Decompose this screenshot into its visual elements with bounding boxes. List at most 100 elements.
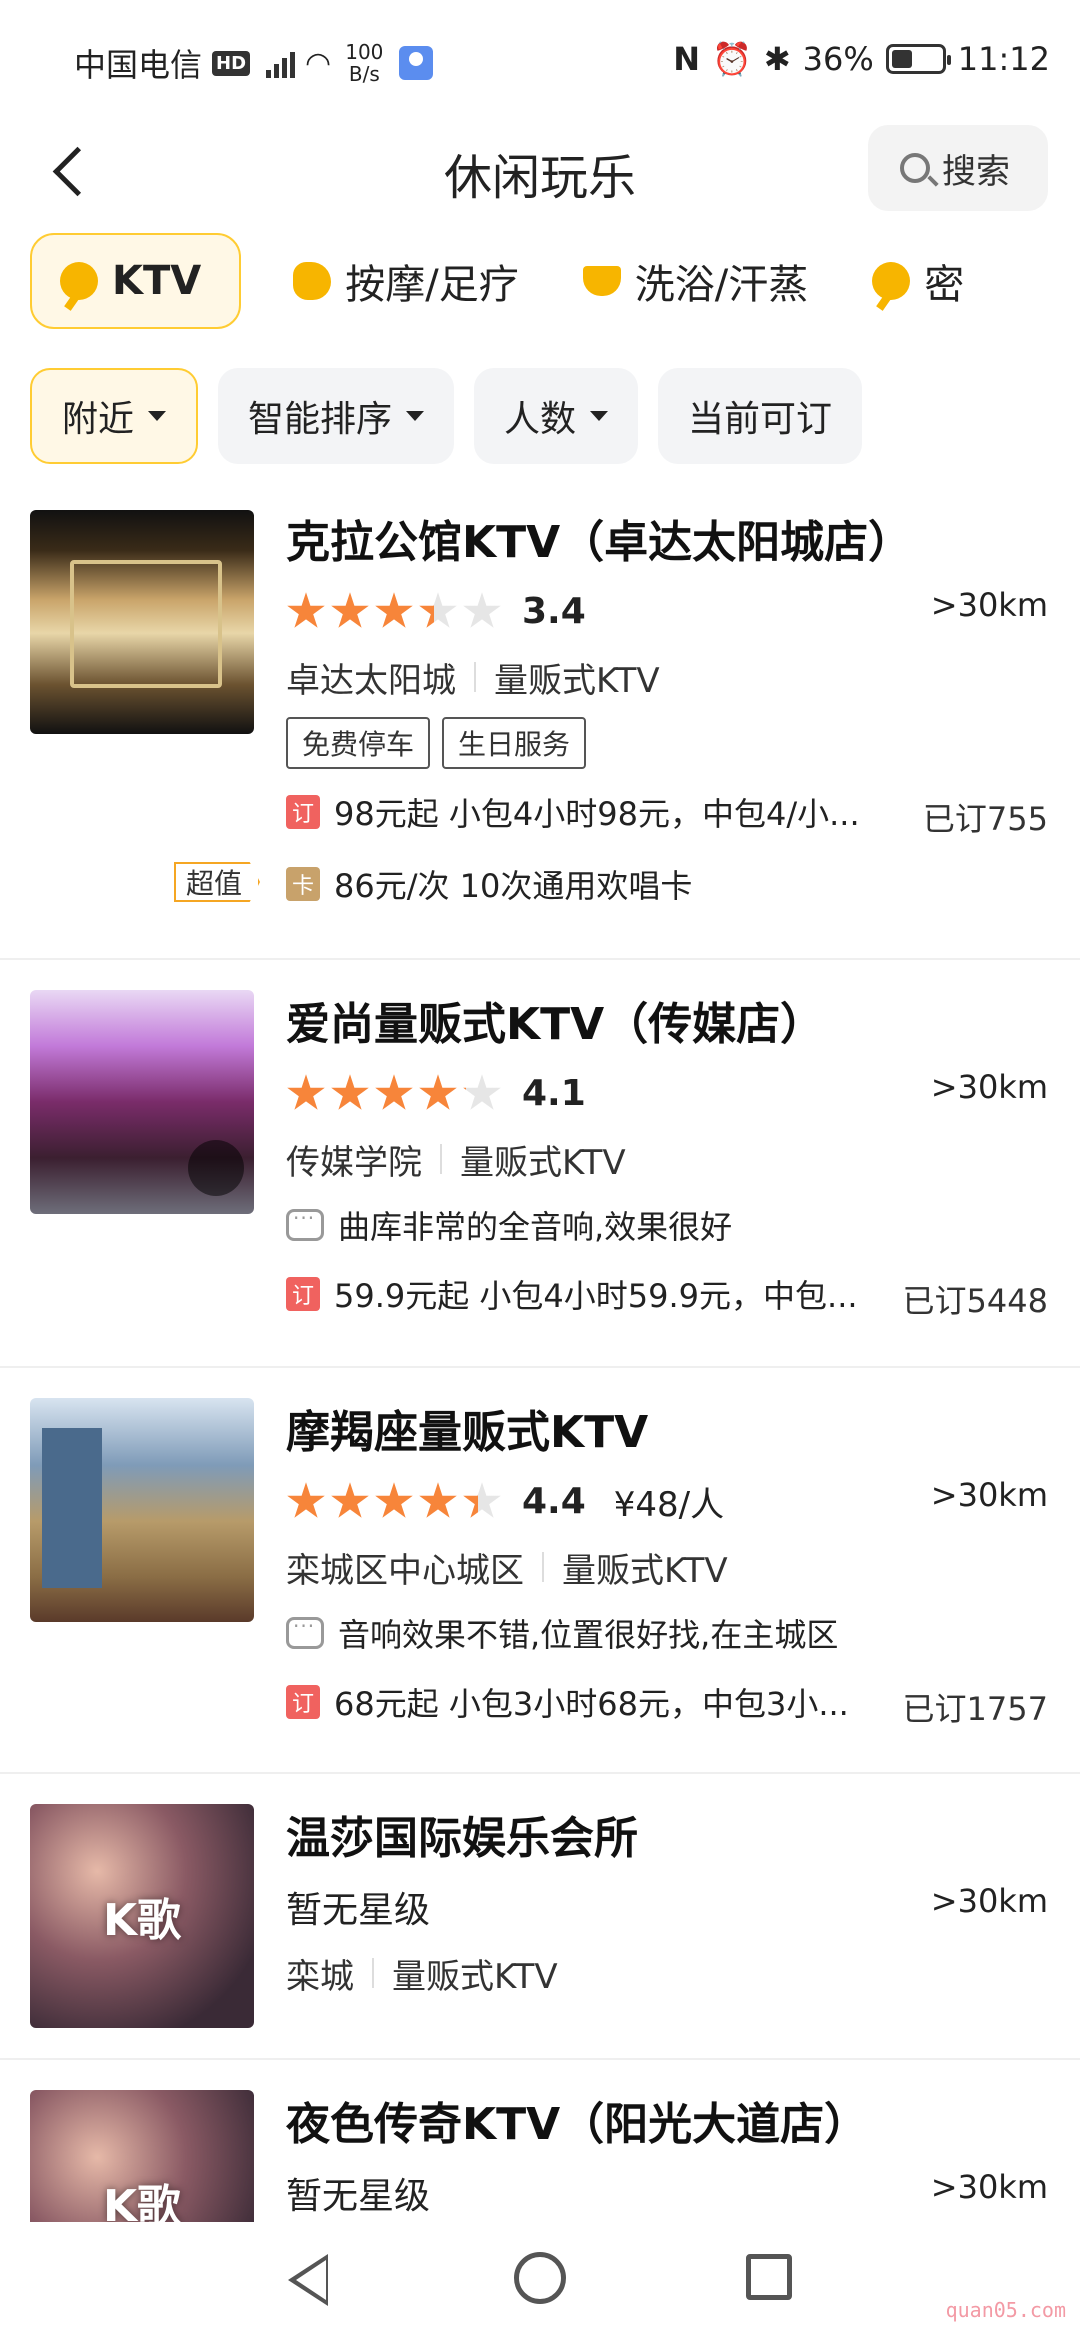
star-icon: [375, 1482, 413, 1518]
booking-deal[interactable]: 订 68元起 小包3小时68元，中包3小... 已订1757: [286, 1666, 1080, 1738]
card-deal[interactable]: 超值 卡 86元/次 10次通用欢唱卡: [174, 848, 1080, 920]
feature-tag: 生日服务: [442, 717, 587, 769]
shop-thumbnail[interactable]: K歌: [30, 1804, 254, 2028]
shop-card[interactable]: 摩羯座量贩式KTV 4.4 ¥48/人 >30km 栾城区中心城区 量贩式KTV…: [0, 1368, 1080, 1774]
shop-area: 栾城区中心城区: [286, 1550, 524, 1591]
shop-name[interactable]: 爱尚量贩式KTV（传媒店）: [286, 990, 1080, 1060]
sold-count: 已订755: [922, 800, 1048, 838]
rating-score: 4.4: [522, 1480, 586, 1522]
shop-area: 卓达太阳城: [286, 660, 456, 701]
review-text: 曲库非常的全音响,效果很好: [338, 1208, 733, 1246]
deal-text: 59.9元起 小包4小时59.9元，中包...: [334, 1277, 858, 1315]
tab-bath[interactable]: 洗浴/汗蒸: [571, 233, 820, 329]
search-label: 搜索: [942, 151, 1010, 192]
shop-thumbnail[interactable]: [30, 1398, 254, 1622]
star-icon: [331, 592, 369, 628]
rating-score: 3.4: [522, 590, 586, 632]
star-icon: [419, 1482, 457, 1518]
order-icon: 订: [286, 1685, 320, 1719]
tab-label: 密: [924, 262, 965, 308]
shop-card[interactable]: K歌 温莎国际娱乐会所 暂无星级 >30km 栾城 量贩式KTV: [0, 1774, 1080, 2060]
filter-sort[interactable]: 智能排序: [218, 368, 455, 464]
shop-type: 量贩式KTV: [392, 1956, 558, 1997]
deal-text: 68元起 小包3小时68元，中包3小...: [334, 1685, 849, 1723]
thumbnail-text: K歌: [102, 1895, 182, 1946]
status-bar: 中国电信 HD ◠ 100 B/s N ⏰ ✱ 36% 11:12: [0, 0, 1080, 120]
bluetooth-icon: ✱: [763, 40, 791, 78]
booking-deal[interactable]: 订 98元起 小包4小时98元，中包4/小... 已订755: [286, 776, 1080, 848]
shop-area: 栾城: [286, 1956, 354, 1997]
star-rating: [286, 1481, 502, 1521]
distance: >30km: [930, 586, 1048, 624]
hd-badge: HD: [212, 50, 251, 76]
review-text: 音响效果不错,位置很好找,在主城区: [338, 1616, 839, 1654]
star-icon: [463, 1482, 501, 1518]
star-icon: [287, 1482, 325, 1518]
shop-thumbnail[interactable]: [30, 510, 254, 734]
star-icon: [331, 1482, 369, 1518]
filter-label: 附近: [62, 399, 135, 440]
divider: [542, 1552, 544, 1582]
net-speed: 100 B/s: [345, 41, 383, 85]
wifi-icon: ◠: [305, 45, 332, 81]
chevron-down-icon: [148, 411, 167, 421]
filter-nearby[interactable]: 附近: [30, 368, 199, 464]
feature-tag: 免费停车: [286, 717, 431, 769]
search-icon: [900, 153, 930, 183]
shop-name[interactable]: 夜色传奇KTV（阳光大道店）: [286, 2090, 1080, 2160]
star-icon: [463, 1074, 501, 1110]
filter-people[interactable]: 人数: [474, 368, 639, 464]
nav-back-icon[interactable]: [288, 2254, 328, 2306]
shop-type: 量贩式KTV: [460, 1142, 626, 1183]
order-icon: 订: [286, 1277, 320, 1311]
star-icon: [419, 1074, 457, 1110]
star-icon: [287, 1074, 325, 1110]
foot-icon: [293, 262, 332, 300]
chevron-down-icon: [406, 411, 425, 421]
header: 休闲玩乐 搜索: [0, 120, 1080, 230]
shop-name[interactable]: 温莎国际娱乐会所: [286, 1804, 1080, 1874]
deal-text: 98元起 小包4小时98元，中包4/小...: [334, 795, 860, 833]
filter-label: 智能排序: [248, 399, 393, 440]
review-snippet: 音响效果不错,位置很好找,在主城区: [286, 1600, 1080, 1666]
shop-card[interactable]: 克拉公馆KTV（卓达太阳城店） 3.4 >30km 卓达太阳城 量贩式KTV 免…: [0, 508, 1080, 960]
star-rating: [286, 1073, 502, 1113]
carrier-name: 中国电信: [74, 46, 203, 84]
rating-text: 暂无星级: [286, 2176, 431, 2217]
shop-thumbnail[interactable]: [30, 990, 254, 1214]
deal-text: 86元/次 10次通用欢唱卡: [334, 867, 693, 905]
shop-list: 克拉公馆KTV（卓达太阳城店） 3.4 >30km 卓达太阳城 量贩式KTV 免…: [0, 508, 1080, 2314]
nav-recents-icon[interactable]: [746, 2254, 792, 2300]
tab-ktv[interactable]: KTV: [30, 233, 242, 329]
shop-name[interactable]: 摩羯座量贩式KTV: [286, 1398, 1080, 1468]
booking-deal[interactable]: 订 59.9元起 小包4小时59.9元，中包... 已订5448: [286, 1258, 1080, 1330]
battery-icon: [885, 44, 951, 74]
shop-name[interactable]: 克拉公馆KTV（卓达太阳城店）: [286, 508, 1080, 578]
watermark: quan05.com: [945, 2298, 1066, 2322]
divider: [474, 662, 476, 692]
price-per-person: ¥48/人: [613, 1484, 725, 1525]
distance: >30km: [930, 1476, 1048, 1514]
nfc-icon: N: [673, 40, 700, 78]
tab-escape-room[interactable]: 密: [860, 233, 976, 329]
filter-label: 当前可订: [688, 399, 833, 440]
star-icon: [419, 592, 457, 628]
sold-count: 已订1757: [902, 1690, 1048, 1728]
shop-card[interactable]: 爱尚量贩式KTV（传媒店） 4.1 >30km 传媒学院 量贩式KTV 曲库非常…: [0, 960, 1080, 1368]
sold-count: 已订5448: [902, 1282, 1048, 1320]
net-speed-unit: B/s: [348, 62, 380, 86]
filter-label: 人数: [504, 399, 577, 440]
filter-available-now[interactable]: 当前可订: [658, 368, 863, 464]
star-icon: [331, 1074, 369, 1110]
shop-type: 量贩式KTV: [494, 660, 660, 701]
key-icon: [872, 262, 911, 300]
bath-icon: [582, 266, 621, 296]
tab-massage[interactable]: 按摩/足疗: [281, 233, 530, 329]
shop-type: 量贩式KTV: [562, 1550, 728, 1591]
chat-bubble-icon: [286, 1614, 324, 1649]
order-icon: 订: [286, 795, 320, 829]
tab-label: KTV: [112, 258, 202, 304]
nav-home-icon[interactable]: [514, 2252, 566, 2304]
search-button[interactable]: 搜索: [868, 125, 1048, 211]
card-icon: 卡: [286, 867, 320, 901]
